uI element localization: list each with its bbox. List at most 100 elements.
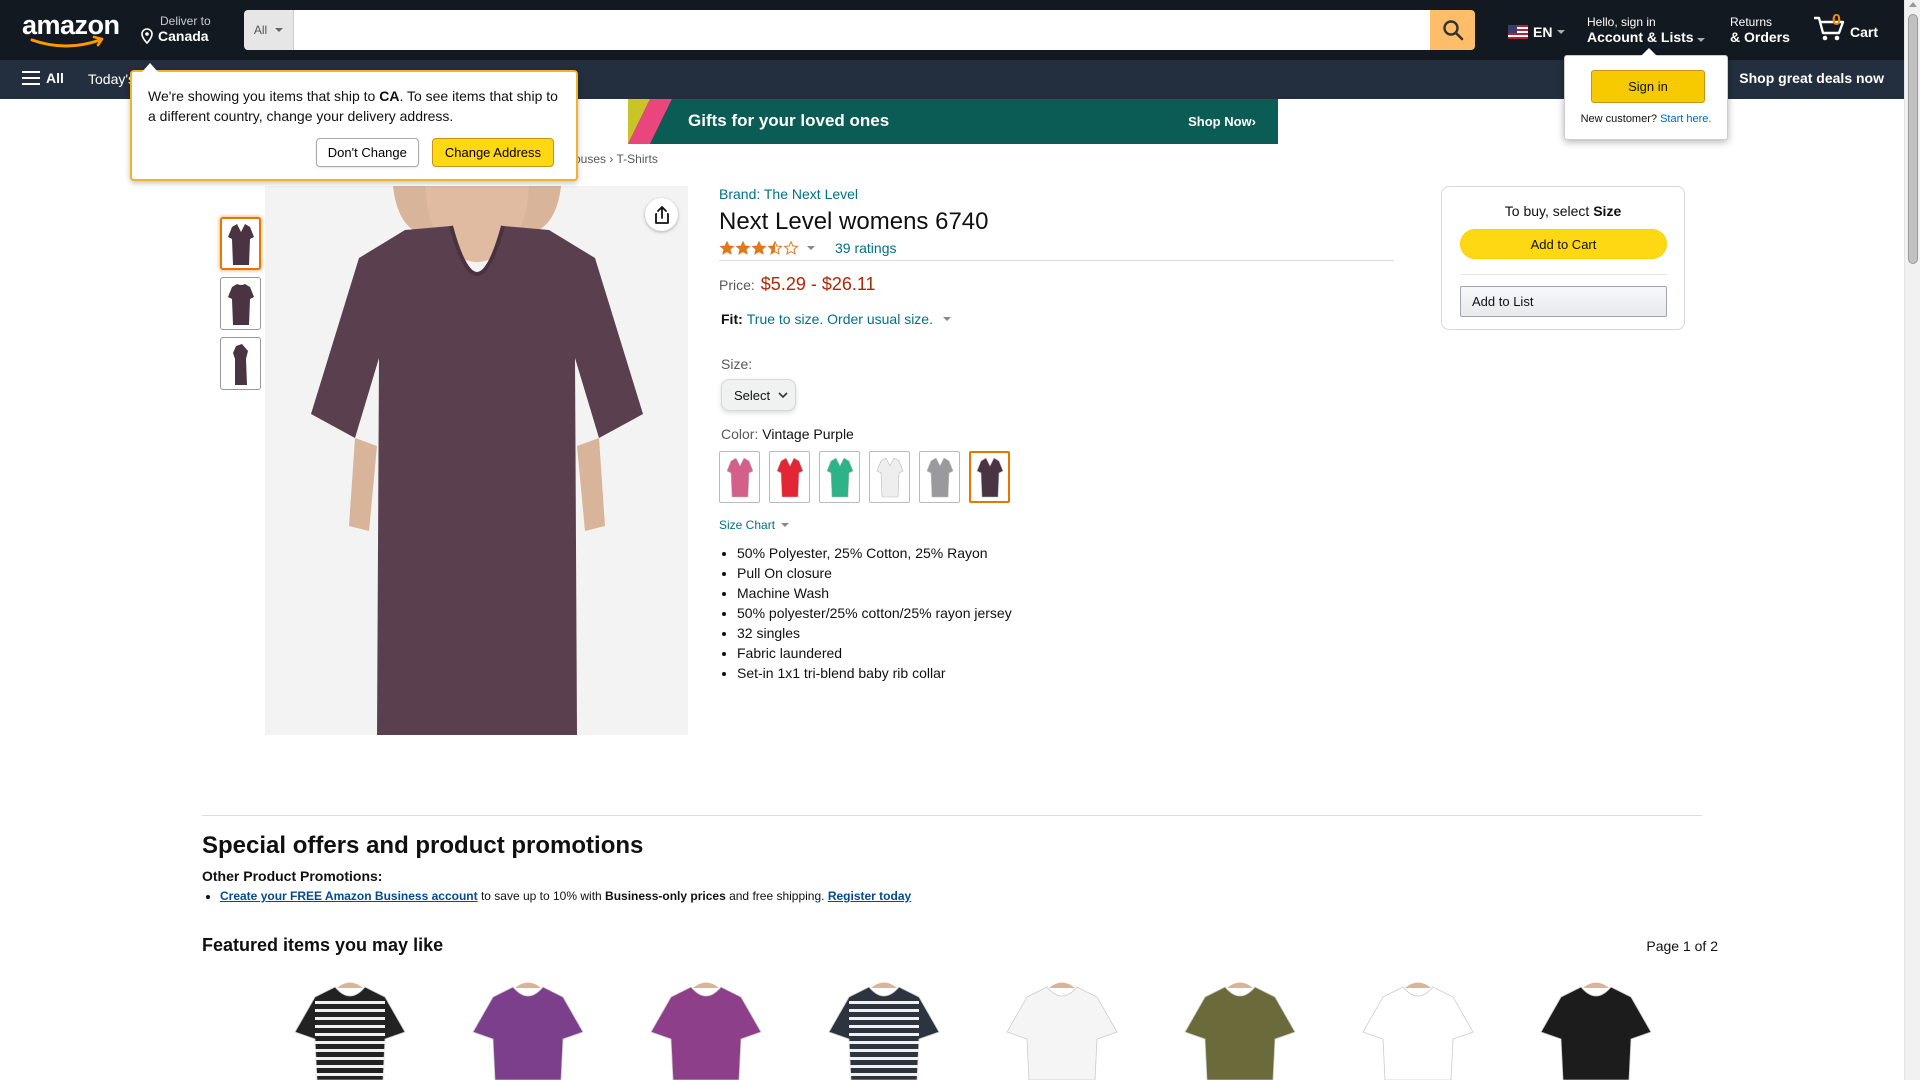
feature-bullet: Pull On closure [737,563,1394,583]
featured-item[interactable] [1338,977,1498,1080]
color-swatch[interactable] [969,451,1010,503]
breadcrumb-item[interactable]: ouses [574,152,606,166]
size-chart-label: Size Chart [719,518,776,532]
featured-item[interactable] [804,977,964,1080]
color-swatch[interactable] [719,451,760,503]
featured-heading: Featured items you may like [202,935,444,955]
shop-deals-link[interactable]: Shop great deals now [1739,70,1884,86]
language-selector[interactable]: EN [1508,24,1566,40]
buybox-instruction: To buy, select Size [1442,203,1684,219]
feature-bullet: 50% polyester/25% cotton/25% rayon jerse… [737,603,1394,623]
account-lists[interactable]: Hello, sign in Account & Lists [1587,15,1706,45]
new-customer-row: New customer? Start here. [1565,113,1727,125]
chevron-down-icon [942,317,951,321]
search-bar: All [244,10,1475,50]
color-swatch[interactable] [769,451,810,503]
chevron-down-icon [275,28,284,32]
business-account-link[interactable]: Create your FREE Amazon Business account [220,889,478,903]
delivery-popover: We're showing you items that ship to CA.… [130,63,578,181]
color-swatches [719,451,1394,503]
promotion-text: to save up to 10% with [477,889,606,903]
featured-item[interactable] [982,977,1142,1080]
size-select[interactable]: Select [721,379,796,411]
language-label: EN [1533,24,1553,40]
color-swatch[interactable] [869,451,910,503]
featured-item[interactable] [1516,977,1676,1080]
nav-belt: amazon Deliver to Canada All EN Hello, s… [0,0,1904,60]
star [767,240,783,255]
svg-text:amazon: amazon [22,10,120,40]
register-today-link[interactable]: Register today [828,889,911,903]
popover-text: We're showing you items that ship to [148,88,380,104]
buy-box: To buy, select Size Add to Cart Add to L… [1441,186,1685,330]
returns-line1: Returns [1730,15,1773,29]
promotion-item: Create your FREE Amazon Business account… [220,889,911,903]
price-row: Price: $5.29 - $26.11 [719,274,1394,295]
star [751,240,767,255]
us-flag-icon [1508,25,1528,39]
cart-button[interactable]: 0 Cart [1812,12,1878,42]
thumbnail-side[interactable] [220,337,261,390]
cart-icon [1814,16,1845,41]
star-rating-icon[interactable] [719,240,801,256]
scrollbar-thumb[interactable] [1908,14,1918,264]
fit-row[interactable]: Fit: True to size. Order usual size. [719,311,1394,327]
breadcrumb-separator: › [609,152,614,166]
chevron-down-icon[interactable] [807,246,815,250]
breadcrumb: ouses › T-Shirts [574,152,658,166]
promo-banner[interactable]: Gifts for your loved ones Shop Now› [628,99,1278,144]
returns-orders[interactable]: Returns & Orders [1730,15,1790,45]
ratings-count-link[interactable]: 39 ratings [835,240,896,256]
cart-label: Cart [1850,24,1879,40]
featured-item[interactable] [448,977,608,1080]
color-label: Color: [721,426,759,442]
signin-button[interactable]: Sign in [1591,70,1705,103]
search-category-dropdown[interactable]: All [244,10,294,50]
signin-flyout: Sign in New customer? Start here. [1564,48,1728,140]
amazon-logo[interactable]: amazon [14,10,124,50]
size-select-value: Select [734,387,771,403]
start-here-link[interactable]: Start here. [1660,113,1711,125]
dont-change-button[interactable]: Don't Change [315,138,419,167]
promotion-text: and free shipping. [725,889,828,903]
banner-shop-now[interactable]: Shop Now› [1188,114,1256,129]
brand-link[interactable]: Brand: The Next Level [719,186,1394,202]
banner-graphic [628,99,688,144]
cart-count: 0 [1832,12,1841,29]
featured-item[interactable] [270,977,430,1080]
hamburger-icon [22,71,40,85]
search-button[interactable] [1430,10,1475,50]
deliver-country: Canada [158,28,209,44]
scroll-up-icon[interactable] [1909,2,1917,7]
popover-country: CA [379,88,400,104]
chevron-down-icon [781,523,790,527]
all-menu-button[interactable]: All [22,70,64,86]
vertical-scrollbar[interactable] [1904,0,1920,1080]
featured-item[interactable] [626,977,786,1080]
thumbnail-front[interactable] [220,217,261,270]
divider [202,815,1702,816]
color-swatch[interactable] [919,451,960,503]
divider [1460,274,1667,275]
chevron-down-icon [778,391,788,398]
star [783,240,799,255]
color-swatch[interactable] [819,451,860,503]
all-menu-label: All [46,70,64,86]
add-to-cart-button[interactable]: Add to Cart [1460,229,1667,259]
banner-title: Gifts for your loved ones [688,111,890,130]
thumbnail-back[interactable] [220,277,261,330]
change-address-button[interactable]: Change Address [431,138,554,167]
featured-item[interactable] [1160,977,1320,1080]
add-to-list-button[interactable]: Add to List [1460,286,1667,317]
deliver-to[interactable]: Deliver to Canada [140,14,211,44]
size-chart-link[interactable]: Size Chart [719,518,1394,532]
search-category-label: All [253,23,268,37]
feature-bullets: 50% Polyester, 25% Cotton, 25% Rayon Pul… [719,543,1394,683]
breadcrumb-item[interactable]: T-Shirts [617,152,658,166]
share-button[interactable] [645,198,678,231]
product-main-image[interactable] [265,186,688,735]
product-info: Brand: The Next Level Next Level womens … [719,186,1394,683]
chevron-down-icon [1557,30,1566,34]
search-input[interactable] [294,10,1430,50]
size-label: Size: [721,356,753,372]
